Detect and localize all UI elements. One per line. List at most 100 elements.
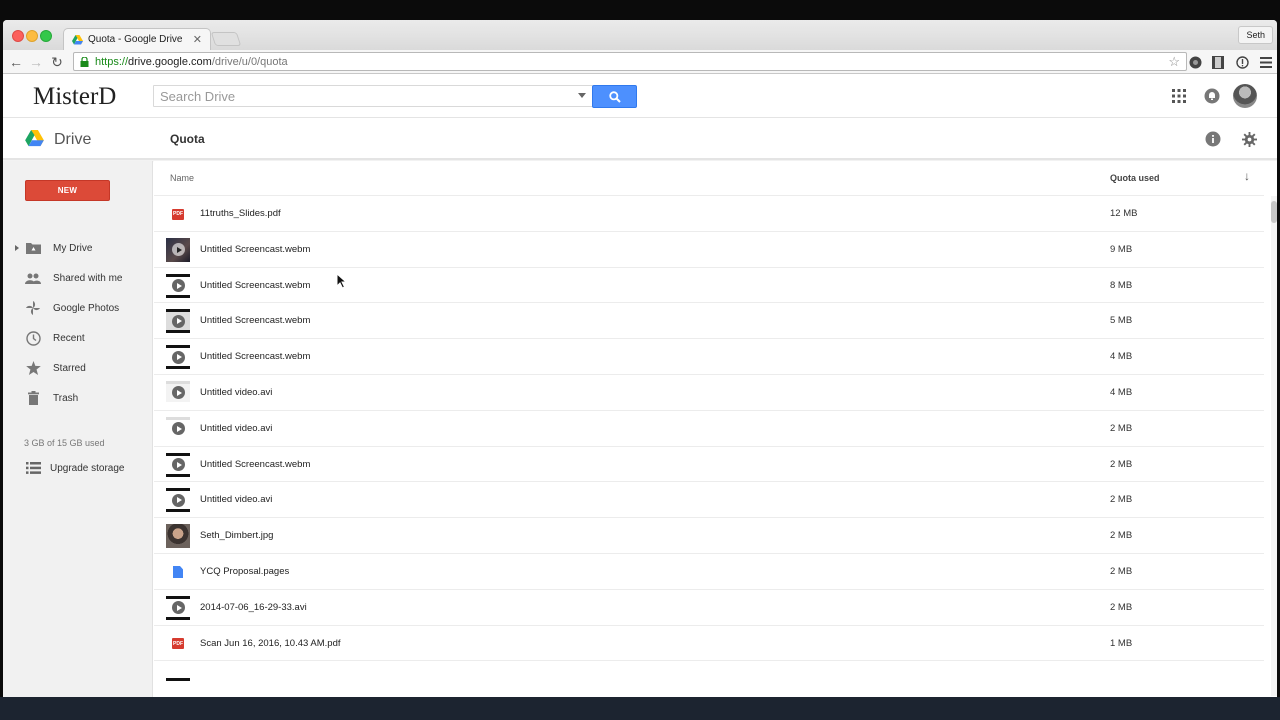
file-name: Untitled video.avi — [200, 422, 273, 434]
sidebar-item-my-drive[interactable]: My Drive — [3, 237, 153, 259]
table-row[interactable]: Untitled Screencast.webm 9 MB — [154, 232, 1264, 268]
video-file-icon — [166, 595, 190, 620]
new-tab-button[interactable] — [210, 32, 242, 46]
extension-info-icon[interactable] — [1235, 55, 1249, 69]
sidebar-item-label: Shared with me — [53, 272, 123, 284]
photo-thumbnail-icon — [166, 524, 190, 549]
sidebar-item-starred[interactable]: Starred — [3, 357, 153, 379]
avatar-image — [1233, 84, 1257, 108]
tab-title: Quota - Google Drive — [88, 34, 183, 45]
trash-icon — [25, 390, 41, 406]
file-quota-used: 2 MB — [1110, 530, 1133, 542]
file-quota-used: 12 MB — [1110, 208, 1138, 219]
table-row[interactable]: YCQ Proposal.pages 2 MB — [154, 554, 1264, 590]
file-name: YCQ Proposal.pages — [200, 565, 290, 577]
file-name: Untitled Screencast.webm — [200, 279, 311, 291]
address-bar[interactable]: https://drive.google.com/drive/u/0/quota… — [73, 52, 1187, 71]
url-path: /drive/u/0/quota — [211, 55, 288, 68]
table-row[interactable]: PDF Scan Jun 16, 2016, 10.43 AM.pdf 1 MB — [154, 626, 1264, 662]
sidebar-item-google-photos[interactable]: Google Photos — [3, 297, 153, 319]
mouse-cursor-icon — [336, 273, 348, 289]
table-row[interactable]: Untitled Screencast.webm 4 MB — [154, 339, 1264, 375]
search-icon — [608, 90, 621, 103]
profile-button[interactable]: Seth — [1238, 26, 1273, 44]
browser-menu-icon[interactable] — [1259, 55, 1273, 69]
file-name: Scan Jun 16, 2016, 10.43 AM.pdf — [200, 637, 341, 649]
table-row[interactable]: 2014-07-06_16-29-33.avi 2 MB — [154, 590, 1264, 626]
browser-window: Quota - Google Drive ✕ Seth ← → ↻ https:… — [3, 20, 1277, 697]
settings-gear-icon[interactable] — [1239, 129, 1259, 149]
drive-app-name[interactable]: Drive — [54, 131, 91, 149]
desktop-strip — [0, 697, 1280, 720]
table-row[interactable]: Untitled video.avi 2 MB — [154, 411, 1264, 447]
sidebar-item-label: Google Photos — [53, 302, 120, 314]
file-rows: PDF 11truths_Slides.pdf 12 MB Untitled S… — [154, 196, 1264, 697]
video-file-icon — [166, 416, 190, 441]
back-icon[interactable]: ← — [6, 52, 26, 72]
sidebar-item-shared[interactable]: Shared with me — [3, 267, 153, 289]
column-quota-header[interactable]: Quota used — [1110, 173, 1160, 183]
bookmark-star-icon[interactable]: ☆ — [1168, 54, 1180, 70]
file-name: Untitled video.avi — [200, 386, 273, 398]
table-row-partial[interactable] — [154, 661, 1264, 697]
column-name-header[interactable]: Name — [170, 173, 194, 183]
search-input[interactable]: Search Drive — [153, 85, 593, 107]
lock-icon — [80, 56, 89, 67]
search-button[interactable] — [592, 85, 637, 108]
file-name: Untitled video.avi — [200, 494, 273, 506]
sidebar-item-recent[interactable]: Recent — [3, 327, 153, 349]
sidebar-item-label: Trash — [53, 392, 79, 404]
close-window-button[interactable] — [12, 30, 24, 42]
url-scheme: https:// — [95, 55, 129, 68]
account-avatar[interactable] — [1232, 83, 1258, 109]
minimize-window-button[interactable] — [26, 30, 38, 42]
document-icon — [166, 560, 190, 584]
forward-icon[interactable]: → — [26, 52, 46, 72]
upgrade-storage-label: Upgrade storage — [50, 462, 125, 474]
video-thumbnail-icon — [166, 237, 190, 262]
table-row[interactable]: Untitled video.avi 4 MB — [154, 375, 1264, 411]
sidebar-item-trash[interactable]: Trash — [3, 387, 153, 409]
pinwheel-icon — [25, 300, 41, 316]
sort-arrow-down-icon[interactable]: ↓ — [1244, 169, 1250, 183]
storage-quota-text[interactable]: 3 GB of 15 GB used — [24, 438, 105, 448]
extension-film-icon[interactable] — [1211, 55, 1225, 69]
table-row[interactable]: Untitled video.avi 2 MB — [154, 482, 1264, 519]
search-options-dropdown-icon[interactable] — [578, 93, 586, 98]
scrollbar-thumb[interactable] — [1271, 201, 1277, 223]
people-icon — [25, 270, 41, 286]
file-name: Untitled Screencast.webm — [200, 315, 311, 327]
video-file-icon — [166, 380, 190, 405]
video-file-icon — [166, 309, 190, 334]
maximize-window-button[interactable] — [40, 30, 52, 42]
reload-icon[interactable]: ↻ — [47, 52, 67, 72]
table-row[interactable]: Seth_Dimbert.jpg 2 MB — [154, 518, 1264, 554]
storage-list-icon — [25, 460, 41, 476]
file-name: 2014-07-06_16-29-33.avi — [200, 601, 307, 613]
file-quota-used: 2 MB — [1110, 565, 1133, 577]
extension-camera-icon[interactable] — [1188, 55, 1202, 69]
table-row[interactable]: Untitled Screencast.webm 2 MB — [154, 447, 1264, 483]
new-button[interactable]: NEW — [25, 180, 110, 201]
file-list-panel: Name Quota used ↓ PDF 11truths_Slides.pd… — [154, 161, 1277, 697]
table-row[interactable]: Untitled Screencast.webm 5 MB — [154, 303, 1264, 340]
video-file-icon — [166, 488, 190, 513]
brand-logo[interactable]: MisterD — [33, 83, 116, 111]
upgrade-storage-link[interactable]: Upgrade storage — [3, 458, 153, 478]
scrollbar-track[interactable] — [1271, 196, 1277, 696]
title-bar: Quota - Google Drive ✕ Seth — [3, 20, 1277, 50]
file-quota-used: 8 MB — [1110, 279, 1133, 291]
details-info-icon[interactable] — [1203, 129, 1223, 149]
file-quota-used: 9 MB — [1110, 243, 1133, 255]
table-row[interactable]: Untitled Screencast.webm 8 MB — [154, 268, 1264, 304]
expand-arrow-icon[interactable] — [15, 245, 19, 251]
browser-tab[interactable]: Quota - Google Drive ✕ — [63, 28, 211, 50]
video-file-icon — [166, 273, 190, 298]
video-file-icon — [166, 667, 190, 691]
notifications-bell-icon[interactable] — [1202, 86, 1222, 106]
tab-close-icon[interactable]: ✕ — [193, 33, 202, 46]
table-row[interactable]: PDF 11truths_Slides.pdf 12 MB — [154, 196, 1264, 232]
apps-grid-icon[interactable] — [1169, 86, 1189, 106]
file-name: Seth_Dimbert.jpg — [200, 530, 274, 542]
file-quota-used: 2 MB — [1110, 494, 1133, 506]
